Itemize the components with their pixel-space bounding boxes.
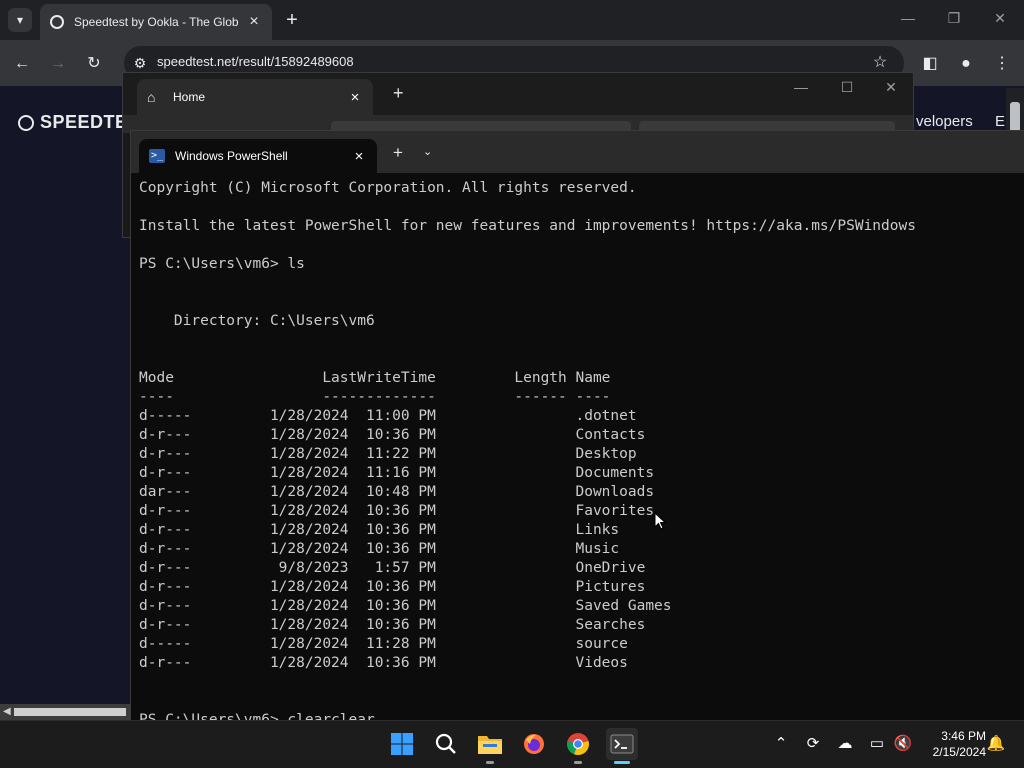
terminal-line: d-r--- 9/8/2023 1:57 PM OneDrive: [139, 560, 646, 576]
firefox-icon: [524, 734, 544, 754]
terminal-line: dar--- 1/28/2024 10:48 PM Downloads: [139, 484, 655, 500]
terminal-line: d-r--- 1/28/2024 10:36 PM Links: [139, 522, 620, 538]
terminal-line: Mode LastWriteTime Length Name: [139, 370, 611, 386]
scroll-left-icon[interactable]: ◀: [3, 706, 11, 717]
explorer-running-indicator: [486, 761, 494, 764]
terminal-line: PS C:\Users\vm6> clearclear: [139, 712, 375, 720]
terminal-line: d-r--- 1/28/2024 10:36 PM Pictures: [139, 579, 646, 595]
windows-logo-icon: [391, 733, 413, 755]
firefox-taskbar-button[interactable]: [518, 728, 550, 760]
explorer-maximize-button[interactable]: ☐: [835, 79, 859, 96]
explorer-new-tab-button[interactable]: +: [393, 83, 404, 104]
terminal-line: d-r--- 1/28/2024 10:36 PM Music: [139, 541, 620, 557]
terminal-line: d-r--- 1/28/2024 10:36 PM Saved Games: [139, 598, 672, 614]
notifications-bell-icon[interactable]: 🔔: [986, 734, 1006, 752]
clock-date: 2/15/2024: [932, 745, 986, 759]
terminal-output[interactable]: Copyright (C) Microsoft Corporation. All…: [139, 179, 1019, 720]
new-tab-button[interactable]: +: [282, 9, 302, 31]
folder-icon: [478, 736, 502, 754]
nav-link-enterprise[interactable]: E: [995, 113, 1005, 130]
taskbar-clock[interactable]: 3:46 PM 2/15/2024: [918, 728, 986, 760]
chrome-running-indicator: [574, 761, 582, 764]
speedtest-favicon-icon: [50, 15, 64, 29]
mouse-cursor-icon: [654, 512, 666, 530]
explorer-tab-title: Home: [173, 90, 206, 104]
home-icon: ⌂: [147, 89, 156, 105]
terminal-tab-title: Windows PowerShell: [175, 149, 288, 163]
close-window-button[interactable]: ✕: [988, 10, 1012, 27]
powershell-window: >_ Windows PowerShell × + ⌄ Copyright (C…: [130, 130, 1024, 720]
terminal-new-tab-button[interactable]: +: [393, 143, 403, 163]
sync-icon[interactable]: ⟳: [802, 734, 824, 752]
tab-search-button[interactable]: ▾: [8, 8, 32, 32]
horizontal-scrollbar[interactable]: ◀: [0, 704, 130, 720]
site-info-icon[interactable]: ⚙: [130, 52, 150, 74]
terminal-line: d----- 1/28/2024 11:00 PM .dotnet: [139, 408, 637, 424]
desktop-screen: ▾ Speedtest by Ookla - The Glob × + — ❐ …: [0, 0, 1024, 768]
chevron-down-icon: ▾: [16, 13, 24, 27]
chrome-tab-speedtest[interactable]: Speedtest by Ookla - The Glob ×: [40, 4, 272, 40]
terminal-line: Install the latest PowerShell for new fe…: [139, 218, 916, 234]
terminal-line: ---- ------------- ------ ----: [139, 389, 611, 405]
terminal-line: PS C:\Users\vm6> ls: [139, 256, 305, 272]
terminal-profile-dropdown-icon[interactable]: ⌄: [423, 145, 432, 158]
terminal-line: Directory: C:\Users\vm6: [139, 313, 375, 329]
terminal-icon: [610, 734, 634, 754]
chrome-taskbar-button[interactable]: [562, 728, 594, 760]
terminal-line: d-r--- 1/28/2024 11:22 PM Desktop: [139, 446, 637, 462]
network-icon[interactable]: ▭: [866, 734, 888, 752]
terminal-active-indicator: [614, 761, 630, 764]
side-panel-icon[interactable]: ◧: [918, 52, 942, 76]
terminal-line: d-r--- 1/28/2024 10:36 PM Favorites: [139, 503, 655, 519]
terminal-tab-powershell[interactable]: >_ Windows PowerShell ×: [139, 139, 377, 173]
terminal-taskbar-button[interactable]: [606, 728, 638, 760]
close-tab-icon[interactable]: ×: [347, 89, 363, 106]
minimize-button[interactable]: —: [896, 10, 920, 26]
restore-button[interactable]: ❐: [942, 10, 966, 27]
horizontal-scrollbar-thumb[interactable]: [14, 708, 126, 716]
search-icon: [435, 733, 456, 754]
nav-link-developers[interactable]: velopers: [916, 113, 973, 130]
explorer-tab-home[interactable]: ⌂ Home ×: [137, 79, 373, 115]
back-icon[interactable]: ←: [10, 52, 34, 76]
terminal-line: d-r--- 1/28/2024 11:16 PM Documents: [139, 465, 655, 481]
address-bar-url: speedtest.net/result/15892489608: [157, 54, 354, 69]
terminal-line: d-r--- 1/28/2024 10:36 PM Videos: [139, 655, 628, 671]
file-explorer-taskbar-button[interactable]: [474, 728, 506, 760]
speedtest-logo-text: SPEEDTE: [40, 112, 128, 132]
show-hidden-icons-chevron-up-icon[interactable]: ⌃: [770, 734, 792, 752]
chrome-menu-icon[interactable]: ⋮: [990, 52, 1014, 76]
explorer-minimize-button[interactable]: —: [789, 79, 813, 95]
close-tab-icon[interactable]: ×: [351, 148, 367, 165]
profile-icon[interactable]: ●: [954, 52, 978, 76]
powershell-icon: >_: [149, 149, 165, 163]
terminal-line: Copyright (C) Microsoft Corporation. All…: [139, 180, 637, 196]
speedtest-logo-icon: [18, 114, 34, 131]
forward-icon[interactable]: →: [46, 52, 70, 76]
terminal-line: d-r--- 1/28/2024 10:36 PM Searches: [139, 617, 646, 633]
bookmark-star-icon[interactable]: ☆: [870, 52, 890, 72]
explorer-close-button[interactable]: ✕: [879, 79, 903, 96]
chrome-icon: [567, 733, 589, 756]
terminal-line: d----- 1/28/2024 11:28 PM source: [139, 636, 628, 652]
close-tab-icon[interactable]: ×: [246, 13, 262, 31]
volume-muted-icon[interactable]: 🔇: [892, 734, 914, 752]
speedtest-logo[interactable]: SPEEDTE: [18, 112, 128, 133]
onedrive-cloud-icon[interactable]: ☁: [834, 734, 856, 752]
terminal-line: d-r--- 1/28/2024 10:36 PM Contacts: [139, 427, 646, 443]
start-button[interactable]: [386, 728, 418, 760]
search-button[interactable]: [430, 728, 462, 760]
clock-time: 3:46 PM: [941, 729, 986, 743]
page-scrollbar-thumb[interactable]: [1010, 102, 1020, 132]
chrome-tab-title: Speedtest by Ookla - The Glob: [74, 15, 239, 29]
reload-icon[interactable]: ↻: [82, 52, 106, 76]
